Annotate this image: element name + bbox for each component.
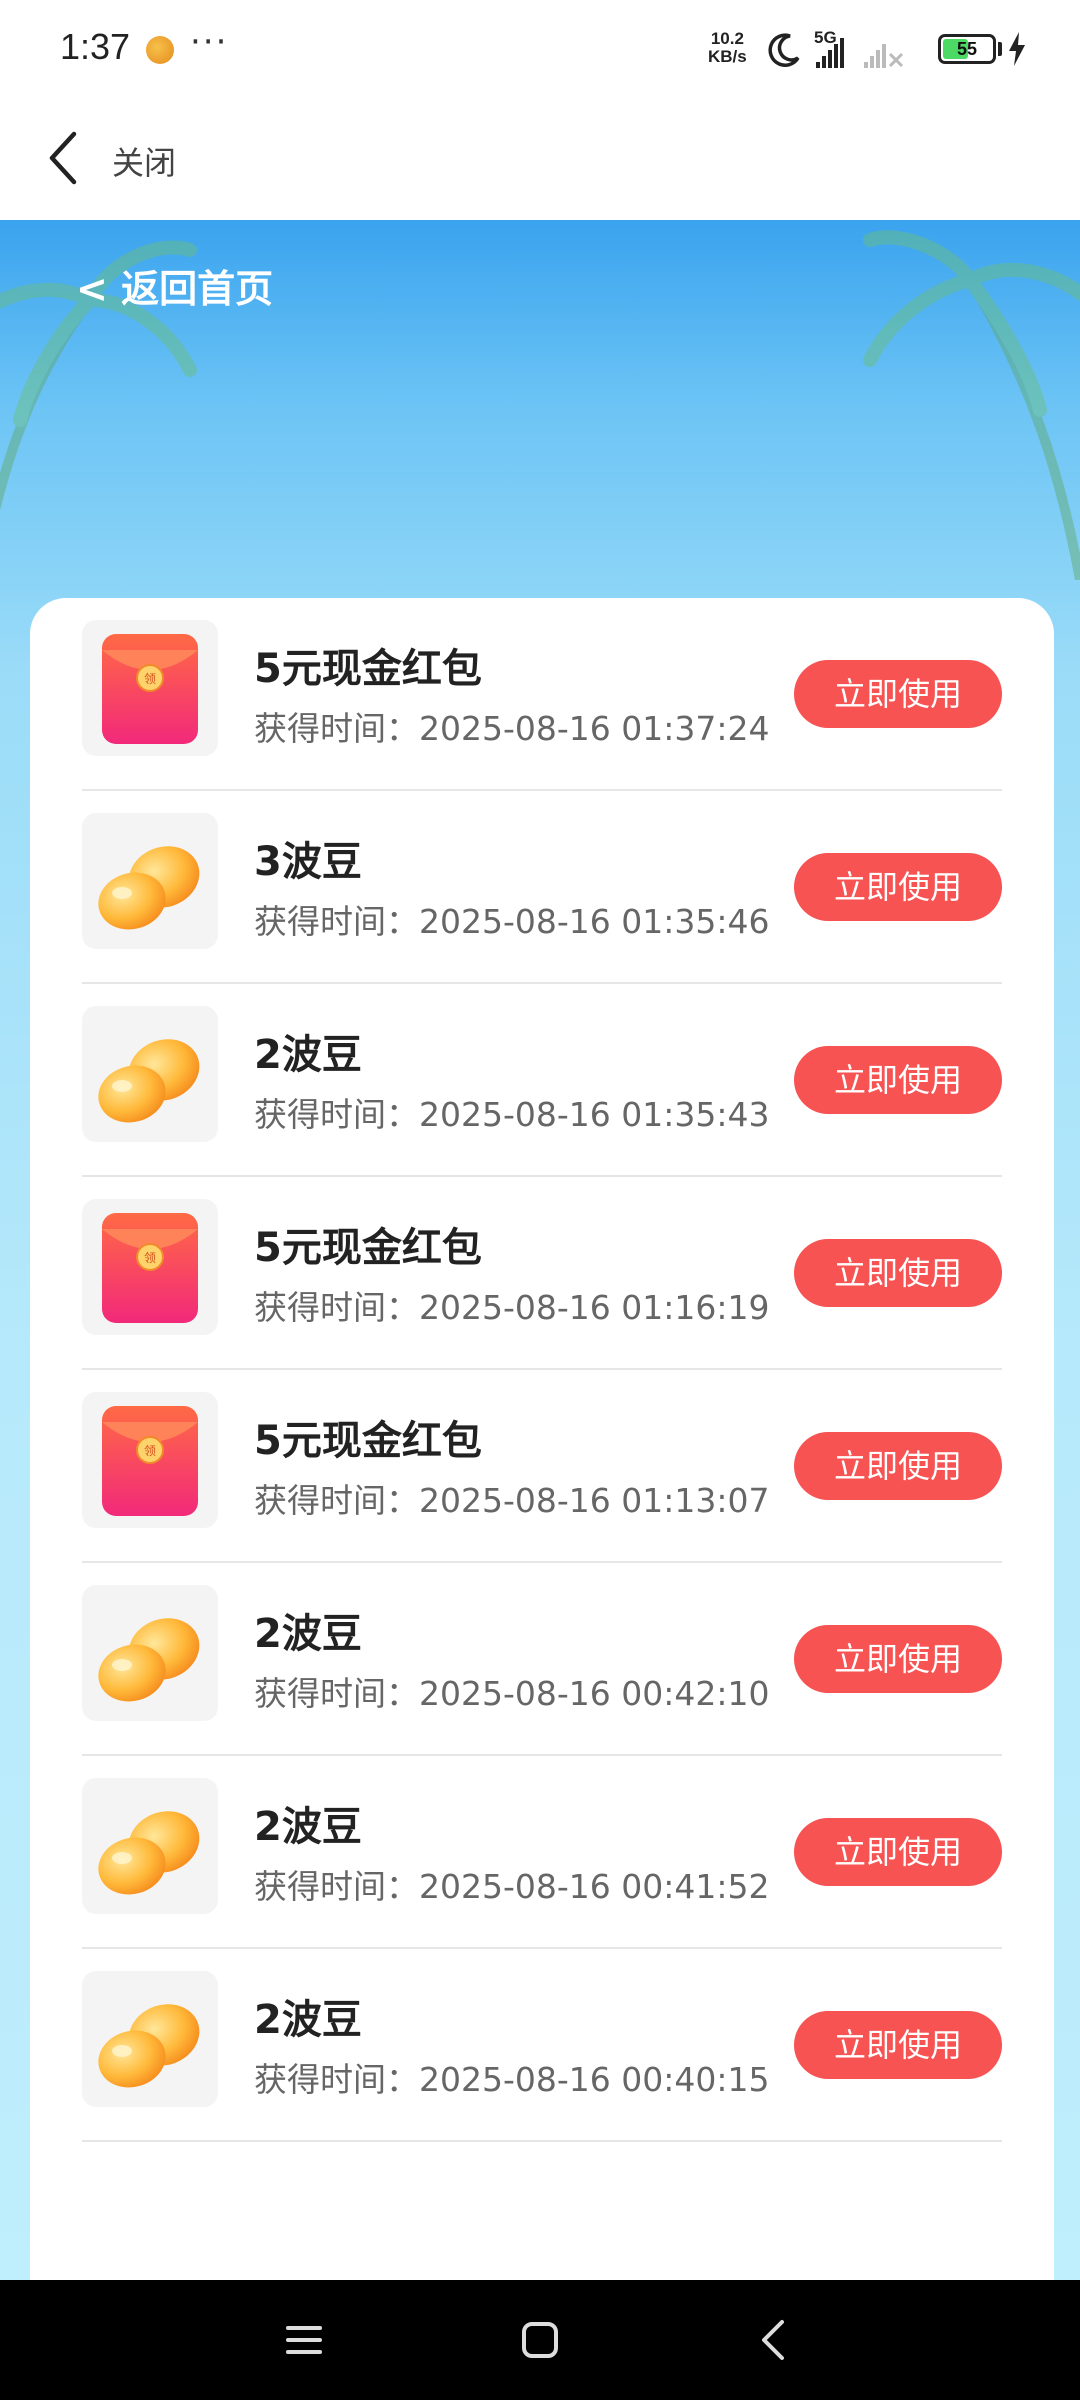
- battery-icon: 55: [938, 34, 996, 64]
- status-bar: 1:37 ··· 10.2 KB/s 5G 55: [0, 0, 1080, 100]
- title-bar: 关闭: [0, 100, 1080, 220]
- battery-level-text: 55: [956, 39, 978, 59]
- moon-icon: [768, 33, 800, 67]
- use-now-button[interactable]: 立即使用: [794, 1432, 1002, 1500]
- bean-icon: [82, 1971, 218, 2107]
- close-button[interactable]: 关闭: [112, 138, 176, 184]
- use-now-button[interactable]: 立即使用: [794, 1046, 1002, 1114]
- reward-time: 获得时间：2025-08-16 01:13:07: [254, 1481, 770, 1520]
- bean-icon: [82, 1006, 218, 1142]
- cell-signal-icon: [816, 38, 904, 68]
- bean-icon: [82, 1778, 218, 1914]
- back-to-home-link[interactable]: < 返回首页: [76, 258, 273, 313]
- reward-time: 获得时间：2025-08-16 01:35:43: [254, 1095, 770, 1134]
- red-packet-icon: 领: [82, 1392, 218, 1528]
- reward-name: 2波豆: [254, 1032, 362, 1078]
- reward-time: 获得时间：2025-08-16 01:37:24: [254, 709, 770, 748]
- reward-time: 获得时间：2025-08-16 01:35:46: [254, 902, 770, 941]
- reward-name: 3波豆: [254, 839, 362, 885]
- bean-icon: [82, 1585, 218, 1721]
- reward-row: 2波豆 获得时间：2025-08-16 00:42:10 立即使用: [82, 1563, 1002, 1756]
- home-square-icon[interactable]: [520, 2320, 560, 2360]
- use-now-button[interactable]: 立即使用: [794, 1239, 1002, 1307]
- bean-icon: [82, 813, 218, 949]
- use-now-button[interactable]: 立即使用: [794, 660, 1002, 728]
- reward-row: 领 5元现金红包 获得时间：2025-08-16 01:37:24 立即使用: [82, 598, 1002, 791]
- svg-text:领: 领: [144, 1251, 156, 1265]
- network-speed-unit: KB/s: [708, 47, 747, 66]
- reward-row: 3波豆 获得时间：2025-08-16 01:35:46 立即使用: [82, 791, 1002, 984]
- red-packet-icon: 领: [82, 620, 218, 756]
- reward-name: 5元现金红包: [254, 1225, 482, 1271]
- palm-leaf-decoration: [863, 230, 1080, 580]
- charging-bolt-icon: [1009, 32, 1025, 66]
- back-triangle-icon[interactable]: [758, 2318, 788, 2362]
- reward-name: 5元现金红包: [254, 646, 482, 692]
- svg-text:领: 领: [144, 672, 156, 686]
- red-packet-icon: 领: [82, 1199, 218, 1335]
- use-now-button[interactable]: 立即使用: [794, 1625, 1002, 1693]
- svg-text:领: 领: [144, 1444, 156, 1458]
- reward-row: 领 5元现金红包 获得时间：2025-08-16 01:16:19 立即使用: [82, 1177, 1002, 1370]
- basketball-icon: [146, 36, 174, 64]
- reward-name: 2波豆: [254, 1611, 362, 1657]
- back-chevron-icon[interactable]: [44, 128, 84, 188]
- reward-time: 获得时间：2025-08-16 01:16:19: [254, 1288, 770, 1327]
- reward-list-card: 领 5元现金红包 获得时间：2025-08-16 01:37:24 立即使用 3…: [30, 598, 1054, 2280]
- network-speed-value: 10.2: [710, 29, 744, 48]
- use-now-button[interactable]: 立即使用: [794, 2011, 1002, 2079]
- reward-row: 领 5元现金红包 获得时间：2025-08-16 01:13:07 立即使用: [82, 1370, 1002, 1563]
- reward-name: 2波豆: [254, 1997, 362, 2043]
- use-now-button[interactable]: 立即使用: [794, 1818, 1002, 1886]
- reward-row: 2波豆 获得时间：2025-08-16 00:40:15 立即使用: [82, 1949, 1002, 2142]
- reward-row: 2波豆 获得时间：2025-08-16 01:35:43 立即使用: [82, 984, 1002, 1177]
- network-speed: 10.2 KB/s: [708, 30, 747, 66]
- system-nav-bar: [0, 2280, 1080, 2400]
- menu-icon[interactable]: [284, 2320, 324, 2360]
- reward-time: 获得时间：2025-08-16 00:40:15: [254, 2060, 770, 2099]
- battery-cap: [998, 42, 1002, 56]
- hero-banner: < 返回首页 领 5元现金红包 获得时间：2025-08-16 01:37:24…: [0, 220, 1080, 2280]
- reward-row: 2波豆 获得时间：2025-08-16 00:41:52 立即使用: [82, 1756, 1002, 1949]
- use-now-button[interactable]: 立即使用: [794, 853, 1002, 921]
- reward-time: 获得时间：2025-08-16 00:42:10: [254, 1674, 770, 1713]
- reward-name: 5元现金红包: [254, 1418, 482, 1464]
- reward-time: 获得时间：2025-08-16 00:41:52: [254, 1867, 770, 1906]
- reward-name: 2波豆: [254, 1804, 362, 1850]
- status-time: 1:37: [60, 26, 131, 67]
- more-notifications-icon: ···: [190, 22, 229, 62]
